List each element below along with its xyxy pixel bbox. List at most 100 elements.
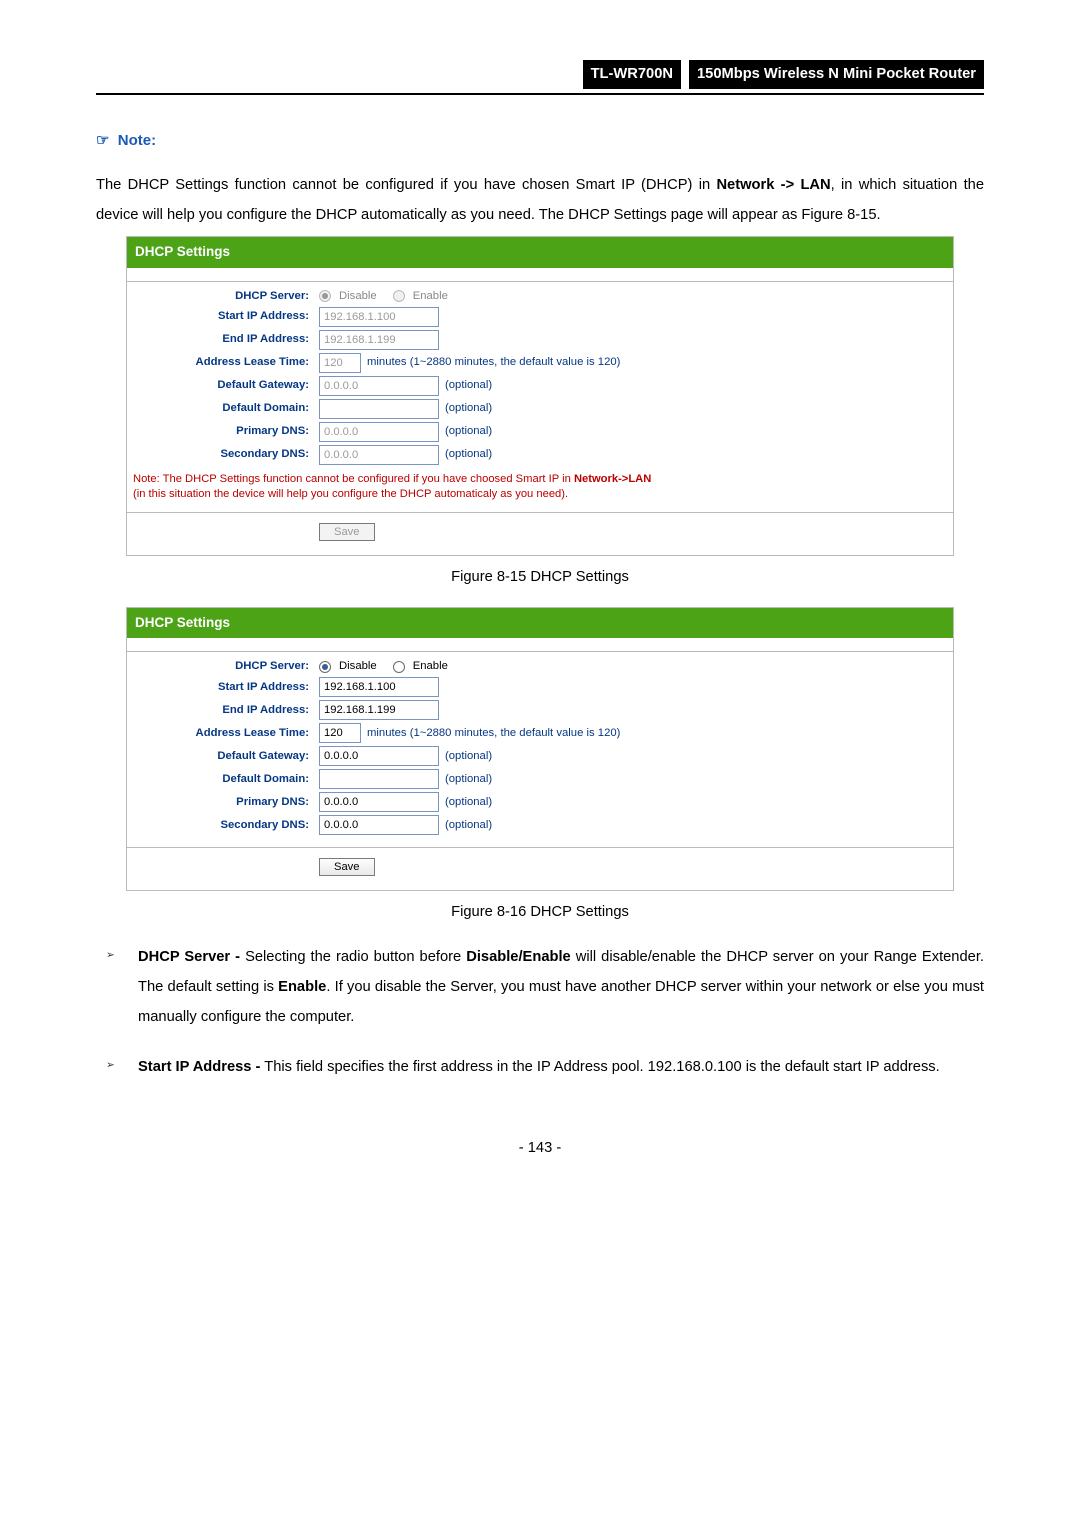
- label-gateway: Default Gateway:: [127, 749, 319, 764]
- row-start-ip: Start IP Address:: [127, 307, 953, 327]
- label-gateway: Default Gateway:: [127, 378, 319, 393]
- row-end-ip: End IP Address:: [127, 700, 953, 720]
- row-start-ip: Start IP Address:: [127, 677, 953, 697]
- label-domain: Default Domain:: [127, 772, 319, 787]
- radio-disable[interactable]: [319, 290, 331, 302]
- bullet-1-enable: Enable: [278, 979, 326, 995]
- warn-link: Network->LAN: [574, 473, 651, 485]
- optional-gateway: (optional): [445, 378, 492, 393]
- note-label: Note:: [118, 132, 156, 149]
- warn-prefix: Note: The DHCP Settings function cannot …: [133, 473, 574, 485]
- radio-disable[interactable]: [319, 661, 331, 673]
- row-lease: Address Lease Time: minutes (1~2880 minu…: [127, 723, 953, 743]
- button-row: Save: [127, 513, 953, 551]
- panel-warning: Note: The DHCP Settings function cannot …: [127, 468, 953, 508]
- lease-hint: minutes (1~2880 minutes, the default val…: [367, 355, 620, 370]
- input-pdns[interactable]: [319, 422, 439, 442]
- radio-enable[interactable]: [393, 661, 405, 673]
- label-start-ip: Start IP Address:: [127, 309, 319, 324]
- page-header: TL-WR700N 150Mbps Wireless N Mini Pocket…: [96, 60, 984, 95]
- bullet-list: DHCP Server - Selecting the radio button…: [96, 942, 984, 1083]
- label-domain: Default Domain:: [127, 401, 319, 416]
- label-sdns: Secondary DNS:: [127, 818, 319, 833]
- row-dhcp-server: DHCP Server: Disable Enable: [127, 289, 953, 304]
- input-gateway[interactable]: [319, 376, 439, 396]
- input-end-ip[interactable]: [319, 330, 439, 350]
- bullet-dhcp-server: DHCP Server - Selecting the radio button…: [120, 942, 984, 1032]
- label-dhcp-server: DHCP Server:: [127, 659, 319, 674]
- header-desc: 150Mbps Wireless N Mini Pocket Router: [689, 60, 984, 89]
- input-sdns[interactable]: [319, 445, 439, 465]
- bullet-2-strong: Start IP Address -: [138, 1059, 260, 1075]
- row-gateway: Default Gateway: (optional): [127, 746, 953, 766]
- row-domain: Default Domain: (optional): [127, 769, 953, 789]
- save-button[interactable]: Save: [319, 523, 375, 541]
- note-heading: ☞ Note:: [96, 129, 984, 152]
- warn-suffix: (in this situation the device will help …: [133, 488, 568, 500]
- label-disable: Disable: [339, 659, 377, 674]
- bullet-2-text: This field specifies the first address i…: [260, 1059, 939, 1075]
- save-button[interactable]: Save: [319, 858, 375, 876]
- panel-body: DHCP Server: Disable Enable Start IP Add…: [127, 282, 953, 555]
- row-lease: Address Lease Time: minutes (1~2880 minu…: [127, 353, 953, 373]
- note-path: Network -> LAN: [716, 177, 830, 193]
- label-enable: Enable: [413, 659, 448, 674]
- row-dhcp-server: DHCP Server: Disable Enable: [127, 659, 953, 674]
- figure-caption-2: Figure 8-16 DHCP Settings: [96, 901, 984, 924]
- optional-domain: (optional): [445, 401, 492, 416]
- lease-hint: minutes (1~2880 minutes, the default val…: [367, 726, 620, 741]
- label-dhcp-server: DHCP Server:: [127, 289, 319, 304]
- input-start-ip[interactable]: [319, 677, 439, 697]
- label-disable: Disable: [339, 289, 377, 304]
- row-sdns: Secondary DNS: (optional): [127, 445, 953, 465]
- label-start-ip: Start IP Address:: [127, 680, 319, 695]
- page-number: - 143 -: [96, 1137, 984, 1160]
- bullet-1-a: Selecting the radio button before: [240, 949, 466, 965]
- label-enable: Enable: [413, 289, 448, 304]
- hand-icon: ☞: [96, 132, 109, 149]
- radio-enable[interactable]: [393, 290, 405, 302]
- panel-title: DHCP Settings: [127, 237, 953, 267]
- label-lease: Address Lease Time:: [127, 726, 319, 741]
- optional-gateway: (optional): [445, 749, 492, 764]
- optional-sdns: (optional): [445, 447, 492, 462]
- label-pdns: Primary DNS:: [127, 795, 319, 810]
- label-pdns: Primary DNS:: [127, 424, 319, 439]
- optional-pdns: (optional): [445, 795, 492, 810]
- input-lease[interactable]: [319, 353, 361, 373]
- row-sdns: Secondary DNS: (optional): [127, 815, 953, 835]
- label-lease: Address Lease Time:: [127, 355, 319, 370]
- note-text-before: The DHCP Settings function cannot be con…: [96, 177, 716, 193]
- panel-gap: [127, 268, 953, 282]
- panel-body: DHCP Server: Disable Enable Start IP Add…: [127, 652, 953, 890]
- panel-gap: [127, 638, 953, 652]
- label-end-ip: End IP Address:: [127, 703, 319, 718]
- row-gateway: Default Gateway: (optional): [127, 376, 953, 396]
- input-domain[interactable]: [319, 769, 439, 789]
- input-pdns[interactable]: [319, 792, 439, 812]
- panel-title: DHCP Settings: [127, 608, 953, 638]
- input-start-ip[interactable]: [319, 307, 439, 327]
- note-paragraph: The DHCP Settings function cannot be con…: [96, 170, 984, 230]
- row-pdns: Primary DNS: (optional): [127, 792, 953, 812]
- header-model: TL-WR700N: [583, 60, 681, 89]
- input-lease[interactable]: [319, 723, 361, 743]
- input-gateway[interactable]: [319, 746, 439, 766]
- row-pdns: Primary DNS: (optional): [127, 422, 953, 442]
- button-row: Save: [127, 848, 953, 886]
- bullet-start-ip: Start IP Address - This field specifies …: [120, 1052, 984, 1082]
- dhcp-panel-disabled: DHCP Settings DHCP Server: Disable Enabl…: [126, 236, 954, 556]
- label-end-ip: End IP Address:: [127, 332, 319, 347]
- optional-sdns: (optional): [445, 818, 492, 833]
- row-end-ip: End IP Address:: [127, 330, 953, 350]
- input-end-ip[interactable]: [319, 700, 439, 720]
- bullet-1-mid: Disable/Enable: [466, 949, 570, 965]
- label-sdns: Secondary DNS:: [127, 447, 319, 462]
- dhcp-panel-enabled: DHCP Settings DHCP Server: Disable Enabl…: [126, 607, 954, 891]
- optional-pdns: (optional): [445, 424, 492, 439]
- optional-domain: (optional): [445, 772, 492, 787]
- input-sdns[interactable]: [319, 815, 439, 835]
- input-domain[interactable]: [319, 399, 439, 419]
- figure-caption-1: Figure 8-15 DHCP Settings: [96, 566, 984, 589]
- row-domain: Default Domain: (optional): [127, 399, 953, 419]
